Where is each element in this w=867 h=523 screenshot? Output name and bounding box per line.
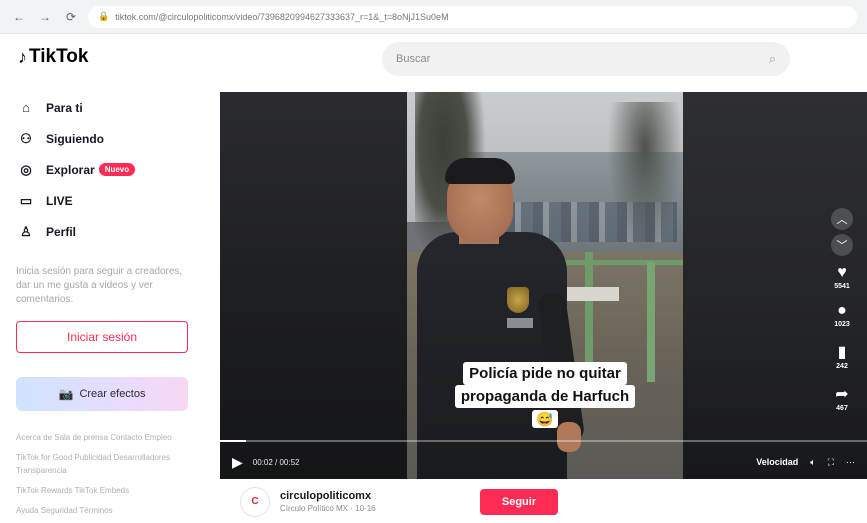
bookmark-action[interactable]: ▮ 242 xyxy=(824,344,860,372)
login-hint: Inicia sesión para seguir a creadores, d… xyxy=(16,266,183,305)
author-subtitle: Círculo Político MX · 10-16 xyxy=(280,504,376,513)
speed-button[interactable]: Velocidad xyxy=(756,457,798,467)
address-bar[interactable]: 🔒 tiktok.com/@circulopoliticomx/video/73… xyxy=(88,5,857,28)
comment-action[interactable]: ● 1023 xyxy=(824,302,860,330)
login-button[interactable]: Iniciar sesión xyxy=(16,321,188,353)
caption-line-1: Policía pide no quitar xyxy=(463,362,627,385)
next-video-chevron-down-icon[interactable]: ﹀ xyxy=(831,234,853,256)
video-debris xyxy=(559,287,619,301)
forward-icon[interactable]: → xyxy=(36,8,54,26)
compass-icon: ◎ xyxy=(20,161,32,177)
sidebar-item-siguiendo[interactable]: ⚇ Siguiendo xyxy=(16,123,189,154)
lock-icon: 🔒 xyxy=(98,11,110,21)
like-count: 5541 xyxy=(834,283,850,290)
tiktok-note-icon: ♪ xyxy=(18,46,27,67)
footer-link-row[interactable]: TikTok Rewards TikTok Embeds xyxy=(16,484,192,497)
share-count: 467 xyxy=(836,405,848,412)
video-railing xyxy=(585,252,593,362)
fullscreen-icon[interactable]: ⛶ xyxy=(828,457,834,468)
playback-time: 00:02 / 00:52 xyxy=(252,457,300,467)
bookmark-count: 242 xyxy=(836,363,848,370)
video-railing xyxy=(557,260,683,265)
search-input[interactable]: Buscar xyxy=(396,53,769,65)
bookmark-icon: ▮ xyxy=(837,344,847,361)
back-icon[interactable]: ← xyxy=(10,8,28,26)
camera-icon: 📷 xyxy=(58,387,74,401)
comment-icon: ● xyxy=(837,302,847,319)
share-action[interactable]: ➦ 467 xyxy=(824,386,860,414)
sidebar-item-label: Perfil xyxy=(46,224,77,239)
video-player[interactable]: Policía pide no quitar propaganda de Har… xyxy=(220,92,867,479)
blurred-backdrop-left xyxy=(220,92,407,479)
player-controls: ▶ 00:02 / 00:52 Velocidad 🔈︎ ⛶ ⋯ xyxy=(220,448,867,476)
previous-video-chevron-up-icon[interactable]: ︿ xyxy=(831,208,853,230)
sidebar-item-label: Para ti xyxy=(46,100,83,115)
avatar[interactable]: C xyxy=(240,486,270,517)
progress-fill xyxy=(220,440,246,442)
progress-bar[interactable] xyxy=(220,440,867,442)
like-action[interactable]: ♥ 5541 xyxy=(824,264,860,292)
sidebar-item-explorar[interactable]: ◎ Explorar Nuevo xyxy=(16,154,189,185)
share-icon: ➦ xyxy=(835,386,849,403)
following-icon: ⚇ xyxy=(20,130,32,146)
create-effects-label: Crear efectos xyxy=(79,388,146,400)
player-controls-right: Velocidad 🔈︎ ⛶ ⋯ xyxy=(744,457,855,468)
reload-icon[interactable]: ⟳ xyxy=(62,8,80,26)
comment-count: 1023 xyxy=(834,321,850,328)
footer-link-row[interactable]: Acerca de Sala de prensa Contacto Empleo xyxy=(16,431,192,444)
top-header: ♪ TikTok Buscar ⌕ xyxy=(0,34,867,86)
sidebar-item-label: Explorar xyxy=(46,162,95,177)
caption-line-2: propaganda de Harfuch xyxy=(454,385,636,408)
volume-icon[interactable]: 🔈︎ xyxy=(810,457,815,468)
sidebar-item-perfil[interactable]: ♙ Perfil xyxy=(16,216,189,247)
search-bar[interactable]: Buscar ⌕ xyxy=(382,42,790,76)
sidebar-item-para-ti[interactable]: ⌂ Para ti xyxy=(16,92,189,123)
police-patch xyxy=(507,318,533,328)
heart-icon: ♥ xyxy=(837,264,847,281)
create-effects-button[interactable]: 📷 Crear efectos xyxy=(16,377,188,411)
follow-button[interactable]: Seguir xyxy=(480,488,558,515)
url-text: tiktok.com/@circulopoliticomx/video/7396… xyxy=(115,11,449,22)
play-icon[interactable]: ▶ xyxy=(232,454,243,471)
sidebar-item-live[interactable]: ▭ LIVE xyxy=(16,185,189,216)
tiktok-logo[interactable]: ♪ TikTok xyxy=(18,46,88,68)
video-person-hair xyxy=(445,158,515,184)
footer-link-row[interactable]: TikTok for Good Publicidad Desarrollador… xyxy=(16,451,192,477)
home-icon: ⌂ xyxy=(22,100,30,115)
video-tree xyxy=(607,102,683,252)
more-options-icon[interactable]: ⋯ xyxy=(846,457,855,468)
sidebar-item-label: LIVE xyxy=(46,193,73,208)
footer-links: Acerca de Sala de prensa Contacto Empleo… xyxy=(16,431,192,517)
video-caption: Policía pide no quitar propaganda de Har… xyxy=(435,362,655,429)
author-info: circulopoliticomx Círculo Político MX · … xyxy=(280,490,470,513)
new-badge: Nuevo xyxy=(98,163,136,176)
profile-icon: ♙ xyxy=(20,223,32,239)
live-icon: ▭ xyxy=(19,192,33,208)
caption-emoji: 😅 xyxy=(532,410,558,428)
author-row: C circulopoliticomx Círculo Político MX … xyxy=(220,480,867,523)
video-frame[interactable]: Policía pide no quitar propaganda de Har… xyxy=(407,92,683,479)
sidebar: ⌂ Para ti ⚇ Siguiendo ◎ Explorar Nuevo ▭… xyxy=(0,86,205,523)
logo-text: TikTok xyxy=(29,46,89,67)
police-badge-icon xyxy=(507,287,529,313)
footer-link-row[interactable]: Ayuda Seguridad Términos xyxy=(16,504,192,517)
sidebar-item-label: Siguiendo xyxy=(46,131,104,146)
browser-toolbar: ← → ⟳ 🔒 tiktok.com/@circulopoliticomx/vi… xyxy=(0,0,867,34)
search-icon[interactable]: ⌕ xyxy=(769,51,776,67)
author-username[interactable]: circulopoliticomx xyxy=(280,490,470,502)
